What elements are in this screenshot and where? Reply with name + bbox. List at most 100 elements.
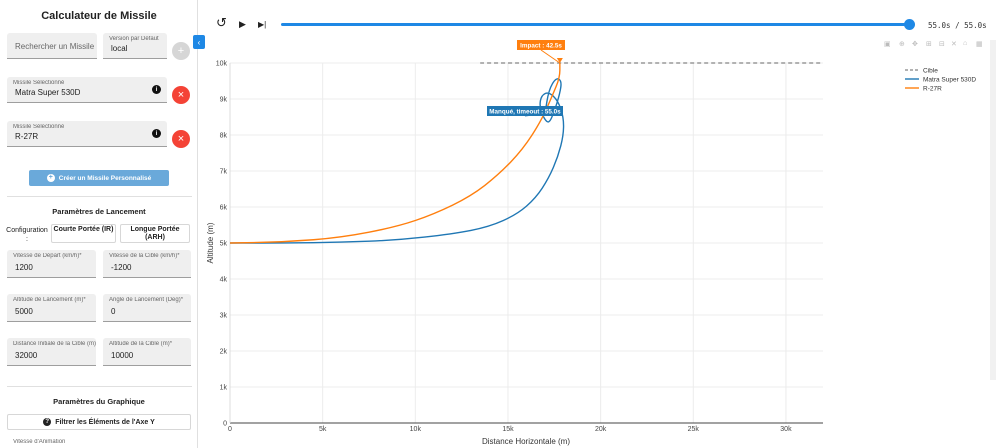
y-tick-label: 5k [220,241,228,248]
y-tick-label: 4k [220,277,228,284]
y-tick-label: 0 [223,421,227,428]
info-icon[interactable]: i [152,129,161,138]
time-slider-track[interactable] [281,23,909,26]
x-tick-label: 0 [228,426,232,433]
time-display: 55.0s / 55.0s [928,21,987,30]
annotation-arrowhead [542,108,549,114]
info-icon[interactable]: i [152,85,161,94]
chart-annotations: Impact : 42.5s Manqué, timeout : 55.0s [487,40,565,117]
version-select[interactable]: Version par Défaut local [103,33,167,59]
legend-entry: Matra Super 530D [923,77,976,84]
target-distance-field[interactable]: Distance Initiale de la Cible (m) 32000 [7,338,96,366]
field-value: 32000 [15,351,38,360]
x-tick-label: 30k [780,426,792,433]
zoom-in-icon[interactable]: ⊞ [926,40,932,48]
field-label: Angle de Lancement (Deg)* [109,297,184,303]
create-custom-missile-button[interactable]: + Créer un Missile Personnalisé [29,170,169,186]
close-icon: × [177,133,185,145]
graph-section-title: Paramètres du Graphique [53,397,145,406]
y-tick-label: 3k [220,313,228,320]
chart-axes: 0 5k 10k 15k 20k 25k 30k 0 1k 2k 3k 4k 5k 6k 7k 8k 9k 10k [216,61,823,433]
x-axis-label: Distance Horizontale (m) [482,437,570,446]
missile-search-input[interactable]: Rechercher un Missile [7,33,97,59]
play-icon[interactable]: ▶ [239,19,246,30]
sidebar-title: Calculateur de Missile [41,10,157,22]
y-tick-label: 9k [220,97,228,104]
skip-end-icon[interactable]: ▶| [258,20,266,29]
missile-1-label: Missile Sélectionné [13,80,65,86]
field-value: 1200 [15,263,33,272]
zoom-out-icon[interactable]: ⊟ [939,40,945,48]
annotation-box [517,40,565,50]
y-tick-label: 8k [220,133,228,140]
version-label: Version par Défaut [109,36,159,42]
field-label: Altitude de Lancement (m)* [13,297,86,303]
annotation-arrowhead [556,58,563,63]
zoom-icon[interactable]: ⊕ [899,40,905,48]
config-option-label: Longue Portée (ARH) [130,226,180,241]
filter-y-axis-button[interactable]: ? Filtrer les Éléments de l'Axe Y [7,414,191,430]
config-long-range-toggle[interactable]: Longue Portée (ARH) [120,224,190,243]
create-button-label: Créer un Missile Personnalisé [58,174,152,182]
filter-button-label: Filtrer les Éléments de l'Axe Y [55,418,155,426]
animation-speed-field[interactable]: Vitesse d'Animation [7,436,191,448]
launch-section-title: Paramètres de Lancement [52,207,146,216]
x-tick-label: 5k [319,426,327,433]
annotation-label: Impact : 42.5s [520,42,562,49]
legend-entry: R-27R [923,86,942,93]
y-axis-label: Altitude (m) [206,222,215,263]
missile-select-2[interactable]: Missile Sélectionné R-27R [7,121,167,147]
target-altitude-field[interactable]: Altitude de la Cible (m)* 10000 [103,338,191,366]
field-label: Distance Initiale de la Cible (m) [13,341,97,347]
time-slider-thumb[interactable] [904,19,915,30]
sidebar: Calculateur de Missile Rechercher un Mis… [0,0,198,448]
missile-2-label: Missile Sélectionné [13,124,65,130]
chart-grid [229,62,823,424]
y-tick-label: 7k [220,169,228,176]
add-circle-icon: + [46,174,55,182]
x-tick-label: 20k [595,426,607,433]
annotation-arrow [524,112,546,117]
config-short-range-toggle[interactable]: Courte Portée (IR) [51,224,116,243]
add-missile-button[interactable]: + [172,42,190,60]
version-value: local [111,44,128,53]
divider [7,196,192,197]
target-speed-field[interactable]: Vitesse de la Cible (km/h)* -1200 [103,250,191,278]
chevron-left-icon: ‹ [197,37,201,47]
scrollbar[interactable] [990,40,996,380]
x-tick-label: 25k [688,426,700,433]
reset-icon[interactable]: ↺ [216,15,227,31]
collapse-sidebar-button[interactable]: ‹ [193,35,205,49]
field-label: Vitesse d'Animation [13,439,66,445]
launch-altitude-field[interactable]: Altitude de Lancement (m)* 5000 [7,294,96,322]
camera-icon[interactable]: ▣ [884,40,891,48]
missile-select-1[interactable]: Missile Sélectionné Matra Super 530D [7,77,167,103]
missile-2-value: R-27R [15,132,39,141]
y-tick-label: 6k [220,205,228,212]
reset-axes-icon[interactable]: ⌂ [963,40,967,47]
launch-speed-field[interactable]: Vitesse de Départ (km/h)* 1200 [7,250,96,278]
series-line-r-27r [229,63,561,244]
annotation-arrow [540,49,561,64]
series-line-matra-super-530d [230,78,565,244]
autoscale-icon[interactable]: ✕ [951,40,957,48]
field-label: Vitesse de Départ (km/h)* [13,253,82,259]
launch-angle-field[interactable]: Angle de Lancement (Deg)* 0 [103,294,191,322]
field-label: Vitesse de la Cible (km/h)* [109,253,180,259]
divider [7,386,192,387]
remove-missile-1-button[interactable]: × [172,86,190,104]
remove-missile-2-button[interactable]: × [172,130,190,148]
y-tick-label: 2k [220,349,228,356]
field-value: -1200 [111,263,132,272]
config-option-label: Courte Portée (IR) [53,226,114,233]
pan-icon[interactable]: ✥ [912,40,918,48]
field-value: 5000 [15,307,33,316]
field-value: 0 [111,307,116,316]
chart-legend: Cible Matra Super 530D R-27R [905,68,976,93]
close-icon: × [177,89,185,101]
plotly-logo-icon[interactable]: ▦ [976,40,983,48]
plus-icon: + [177,45,185,57]
legend-entry: Cible [923,68,938,75]
field-label: Altitude de la Cible (m)* [109,341,173,347]
missile-1-value: Matra Super 530D [15,88,81,97]
